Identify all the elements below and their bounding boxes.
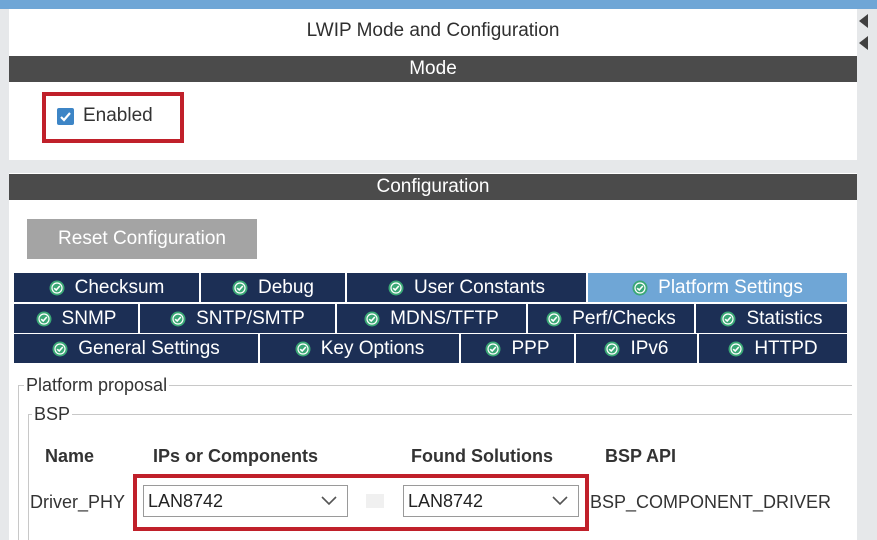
solution-select[interactable]: LAN8742	[403, 485, 579, 517]
tab-label: SNMP	[61, 307, 117, 329]
bsp-legend: BSP	[32, 404, 73, 425]
fieldset-border	[18, 385, 19, 540]
check-circle-icon	[232, 280, 248, 296]
tab-label: MDNS/TFTP	[390, 307, 499, 329]
tab-label: PPP	[511, 337, 550, 359]
chevron-down-icon	[552, 496, 568, 506]
tab-label: Perf/Checks	[572, 307, 676, 329]
tab-debug[interactable]: Debug	[201, 273, 347, 302]
tab-label: Statistics	[746, 307, 823, 329]
check-circle-icon	[49, 280, 65, 296]
tab-row-3: General Settings Key Options PPP IPv6 HT…	[14, 334, 847, 363]
section-divider	[9, 160, 857, 173]
mode-section-header: Mode	[9, 56, 857, 82]
tab-key-options[interactable]: Key Options	[260, 334, 461, 363]
right-scroll-gutter[interactable]	[857, 9, 877, 540]
enabled-label: Enabled	[83, 105, 153, 126]
check-circle-icon	[485, 341, 501, 357]
tab-mdns-tftp[interactable]: MDNS/TFTP	[337, 304, 528, 333]
check-circle-icon	[728, 341, 744, 357]
tab-label: Key Options	[320, 337, 425, 359]
spacer-cell	[366, 494, 384, 508]
check-circle-icon	[604, 341, 620, 357]
column-header-name: Name	[45, 446, 95, 466]
check-circle-icon	[52, 341, 68, 357]
tab-label: Debug	[258, 276, 314, 298]
component-select-value: LAN8742	[148, 491, 224, 511]
row-name-driver-phy: Driver_PHY	[30, 492, 126, 512]
chevron-down-icon	[321, 496, 337, 506]
tab-statistics[interactable]: Statistics	[696, 304, 847, 333]
tab-label: SNTP/SMTP	[196, 307, 305, 329]
tab-checksum[interactable]: Checksum	[14, 273, 201, 302]
enabled-checkbox[interactable]	[57, 108, 74, 125]
page-title: LWIP Mode and Configuration	[306, 20, 560, 41]
tab-snmp[interactable]: SNMP	[14, 304, 140, 333]
configuration-section-header: Configuration	[9, 174, 857, 200]
check-circle-icon	[36, 311, 52, 327]
column-header-bsp-api: BSP API	[605, 446, 677, 466]
check-circle-icon	[720, 311, 736, 327]
tab-label: User Constants	[414, 276, 545, 298]
scroll-arrow-icon[interactable]	[859, 36, 868, 50]
tab-row-1: Checksum Debug User Constants Platform S…	[14, 273, 847, 302]
window-top-bar	[0, 0, 877, 9]
tab-httpd[interactable]: HTTPD	[699, 334, 847, 363]
column-header-found-solutions: Found Solutions	[411, 446, 553, 466]
tab-label: General Settings	[78, 337, 220, 359]
tab-user-constants[interactable]: User Constants	[347, 273, 588, 302]
tab-perf-checks[interactable]: Perf/Checks	[528, 304, 696, 333]
left-gutter	[0, 9, 9, 540]
tab-ipv6[interactable]: IPv6	[576, 334, 699, 363]
check-circle-icon	[364, 311, 380, 327]
solution-select-value: LAN8742	[408, 491, 484, 511]
scroll-up-arrow-icon[interactable]	[859, 14, 868, 28]
check-circle-icon	[546, 311, 562, 327]
check-circle-icon	[295, 341, 311, 357]
checkmark-icon	[60, 112, 71, 122]
check-circle-icon	[388, 280, 404, 296]
platform-proposal-legend: Platform proposal	[24, 375, 170, 396]
tab-label: IPv6	[630, 337, 669, 359]
column-header-components: IPs or Components	[153, 446, 319, 466]
tab-label: HTTPD	[754, 337, 818, 359]
check-circle-icon	[170, 311, 186, 327]
tab-sntp-smtp[interactable]: SNTP/SMTP	[140, 304, 337, 333]
tab-label: Checksum	[74, 276, 165, 298]
check-circle-icon	[632, 280, 648, 296]
tab-general-settings[interactable]: General Settings	[14, 334, 260, 363]
tab-ppp[interactable]: PPP	[461, 334, 576, 363]
tab-label: Platform Settings	[658, 276, 803, 298]
bsp-fieldset-border	[28, 414, 852, 415]
bsp-api-value: BSP_COMPONENT_DRIVER	[590, 492, 832, 512]
bsp-fieldset-border	[28, 414, 29, 540]
tab-row-2: SNMP SNTP/SMTP MDNS/TFTP Perf/Checks Sta…	[14, 304, 847, 333]
tab-platform-settings[interactable]: Platform Settings	[588, 273, 847, 302]
reset-configuration-button[interactable]: Reset Configuration	[27, 219, 257, 259]
component-select[interactable]: LAN8742	[143, 485, 348, 517]
